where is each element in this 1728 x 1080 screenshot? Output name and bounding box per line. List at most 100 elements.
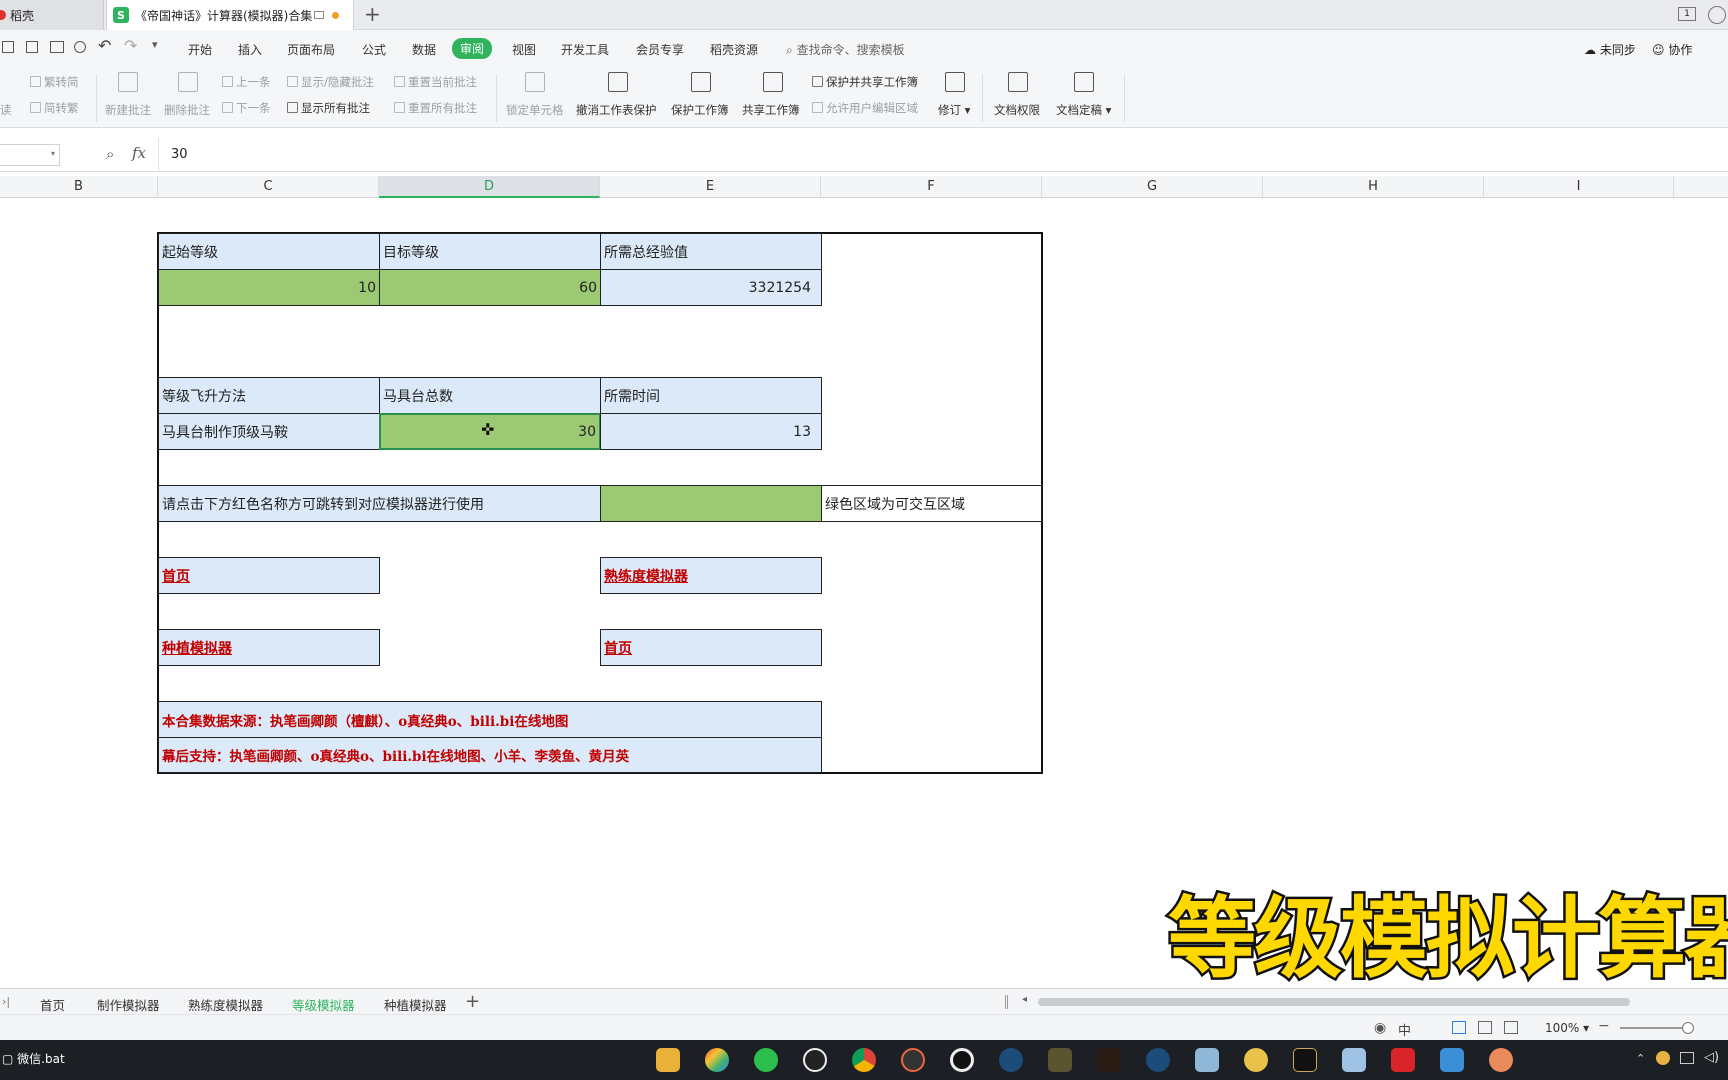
protect-book-button[interactable]: 保护工作簿	[671, 102, 729, 118]
collab-button[interactable]: ☺ 协作	[1652, 41, 1692, 58]
sync-status[interactable]: ☁ 未同步	[1584, 41, 1636, 58]
horizontal-scrollbar[interactable]	[1038, 998, 1630, 1006]
prev-comment-button[interactable]: 上一条	[222, 74, 271, 90]
mascot-app-icon[interactable]	[1244, 1048, 1268, 1072]
trad-to-simp-button[interactable]: 繁转简	[30, 74, 79, 90]
scroll-left-icon[interactable]: ◂	[1022, 994, 1027, 1005]
tab-workbook[interactable]: S 《帝国神话》计算器(模拟器)合集	[106, 0, 354, 30]
network-icon[interactable]	[1680, 1052, 1694, 1064]
simp-to-trad-button[interactable]: 简转繁	[30, 100, 79, 116]
g-app-icon[interactable]	[901, 1048, 925, 1072]
command-search[interactable]: ⌕ 查找命令、搜索模板	[786, 41, 905, 58]
target-level-input[interactable]: 60	[379, 269, 601, 306]
record-icon[interactable]	[950, 1048, 974, 1072]
link-home-2[interactable]: 首页	[600, 629, 822, 666]
link-planting-simulator[interactable]: 种植模拟器	[158, 629, 380, 666]
menu-page-layout[interactable]: 页面布局	[287, 41, 335, 58]
show-all-comments-button[interactable]: 显示所有批注	[287, 100, 370, 116]
volume-icon[interactable]: ◁)	[1704, 1050, 1719, 1065]
col-header-i[interactable]: I	[1484, 176, 1674, 198]
customize-icon[interactable]: ▾	[152, 38, 158, 51]
col-header-f[interactable]: F	[821, 176, 1042, 198]
menu-member[interactable]: 会员专享	[636, 41, 684, 58]
revise-button[interactable]: 修订 ▾	[938, 102, 970, 118]
add-sheet-button[interactable]: +	[465, 991, 480, 1012]
tray-qq-icon[interactable]	[1656, 1051, 1670, 1065]
tab-scroll-icon[interactable]: ›|	[2, 995, 10, 1008]
formula-input[interactable]: 30	[158, 138, 1728, 172]
zoom-slider-thumb[interactable]	[1682, 1022, 1694, 1034]
col-header-e[interactable]: E	[600, 176, 821, 198]
new-tab-button[interactable]: +	[364, 2, 381, 26]
normal-view-icon[interactable]	[1452, 1021, 1466, 1034]
m-app-icon[interactable]	[1293, 1048, 1317, 1072]
col-header-g[interactable]: G	[1042, 176, 1263, 198]
doc-final-button[interactable]: 文档定稿 ▾	[1056, 102, 1111, 118]
game-launcher-icon[interactable]	[1048, 1048, 1072, 1072]
new-comment-button[interactable]: 新建批注	[105, 102, 151, 118]
editor-icon[interactable]	[1342, 1048, 1366, 1072]
col-header-d[interactable]: D	[379, 176, 600, 198]
menu-formula[interactable]: 公式	[362, 41, 386, 58]
splitter-handle[interactable]	[1005, 995, 1008, 1009]
fx-icon[interactable]: fx	[132, 144, 146, 162]
sheet-tab-planting[interactable]: 种植模拟器	[384, 995, 447, 1014]
ime-indicator[interactable]: 中	[1398, 1020, 1411, 1039]
pet-app-icon[interactable]	[1489, 1048, 1513, 1072]
eye-protect-icon[interactable]: ◉	[1374, 1020, 1386, 1036]
user-avatar-icon[interactable]	[1708, 6, 1726, 24]
tray-expand-icon[interactable]: ⌃	[1636, 1052, 1645, 1065]
sheet-tab-crafting[interactable]: 制作模拟器	[97, 995, 160, 1014]
menu-home[interactable]: 开始	[188, 41, 212, 58]
wps-icon[interactable]	[1391, 1048, 1415, 1072]
preview-icon[interactable]	[74, 41, 86, 53]
undo-icon[interactable]: ↶	[98, 36, 111, 55]
zoom-out-button[interactable]: −	[1598, 1018, 1610, 1034]
sheet-tab-home[interactable]: 首页	[40, 995, 65, 1014]
protect-and-share-button[interactable]: 保护并共享工作簿	[812, 74, 918, 90]
wechat-icon[interactable]	[754, 1048, 778, 1072]
window-count-icon[interactable]: 1	[1678, 7, 1696, 21]
menu-developer[interactable]: 开发工具	[561, 41, 609, 58]
name-box[interactable]: ▾	[0, 144, 60, 166]
myth-game-icon[interactable]	[1097, 1048, 1121, 1072]
allow-edit-ranges-button[interactable]: 允许用户编辑区域	[812, 100, 918, 116]
unprotect-sheet-button[interactable]: 撤消工作表保护	[576, 102, 657, 118]
print-icon[interactable]	[50, 41, 64, 53]
zoom-formula-icon[interactable]: ⌕	[106, 145, 114, 163]
col-header-h[interactable]: H	[1263, 176, 1484, 198]
col-header-b[interactable]: B	[0, 176, 158, 198]
control-panel-icon[interactable]	[1440, 1048, 1464, 1072]
sheet-tab-proficiency[interactable]: 熟练度模拟器	[188, 995, 263, 1014]
color-app-icon[interactable]	[705, 1048, 729, 1072]
chrome-icon[interactable]	[852, 1048, 876, 1072]
save-icon[interactable]	[2, 41, 14, 53]
start-level-input[interactable]: 10	[158, 269, 380, 306]
steam-icon[interactable]	[999, 1048, 1023, 1072]
zoom-level[interactable]: 100% ▾	[1545, 1021, 1589, 1035]
menu-review[interactable]: 审阅	[452, 38, 493, 59]
page-layout-view-icon[interactable]	[1478, 1021, 1492, 1034]
steam-icon-2[interactable]	[1146, 1048, 1170, 1072]
notepad-icon[interactable]	[1195, 1048, 1219, 1072]
col-header-c[interactable]: C	[158, 176, 379, 198]
page-break-view-icon[interactable]	[1504, 1021, 1518, 1034]
menu-data[interactable]: 数据	[412, 41, 436, 58]
qq-icon[interactable]	[803, 1048, 827, 1072]
file-explorer-icon[interactable]	[656, 1048, 680, 1072]
link-proficiency-simulator[interactable]: 熟练度模拟器	[600, 557, 822, 594]
menu-view[interactable]: 视图	[512, 41, 536, 58]
export-icon[interactable]	[26, 41, 38, 53]
reset-current-comment-button[interactable]: 重置当前批注	[394, 74, 477, 90]
zoom-slider-track[interactable]	[1620, 1027, 1690, 1029]
next-comment-button[interactable]: 下一条	[222, 100, 271, 116]
reset-all-comments-button[interactable]: 重置所有批注	[394, 100, 477, 116]
show-hide-comment-button[interactable]: 显示/隐藏批注	[287, 74, 374, 90]
tab-daoke[interactable]: 稻壳	[0, 0, 104, 30]
menu-daoke-resources[interactable]: 稻壳资源	[710, 41, 758, 58]
delete-comment-button[interactable]: 删除批注	[164, 102, 210, 118]
lock-cell-button[interactable]: 锁定单元格	[506, 102, 564, 118]
doc-permission-button[interactable]: 文档权限	[994, 102, 1040, 118]
menu-insert[interactable]: 插入	[238, 41, 262, 58]
share-book-button[interactable]: 共享工作簿	[742, 102, 800, 118]
